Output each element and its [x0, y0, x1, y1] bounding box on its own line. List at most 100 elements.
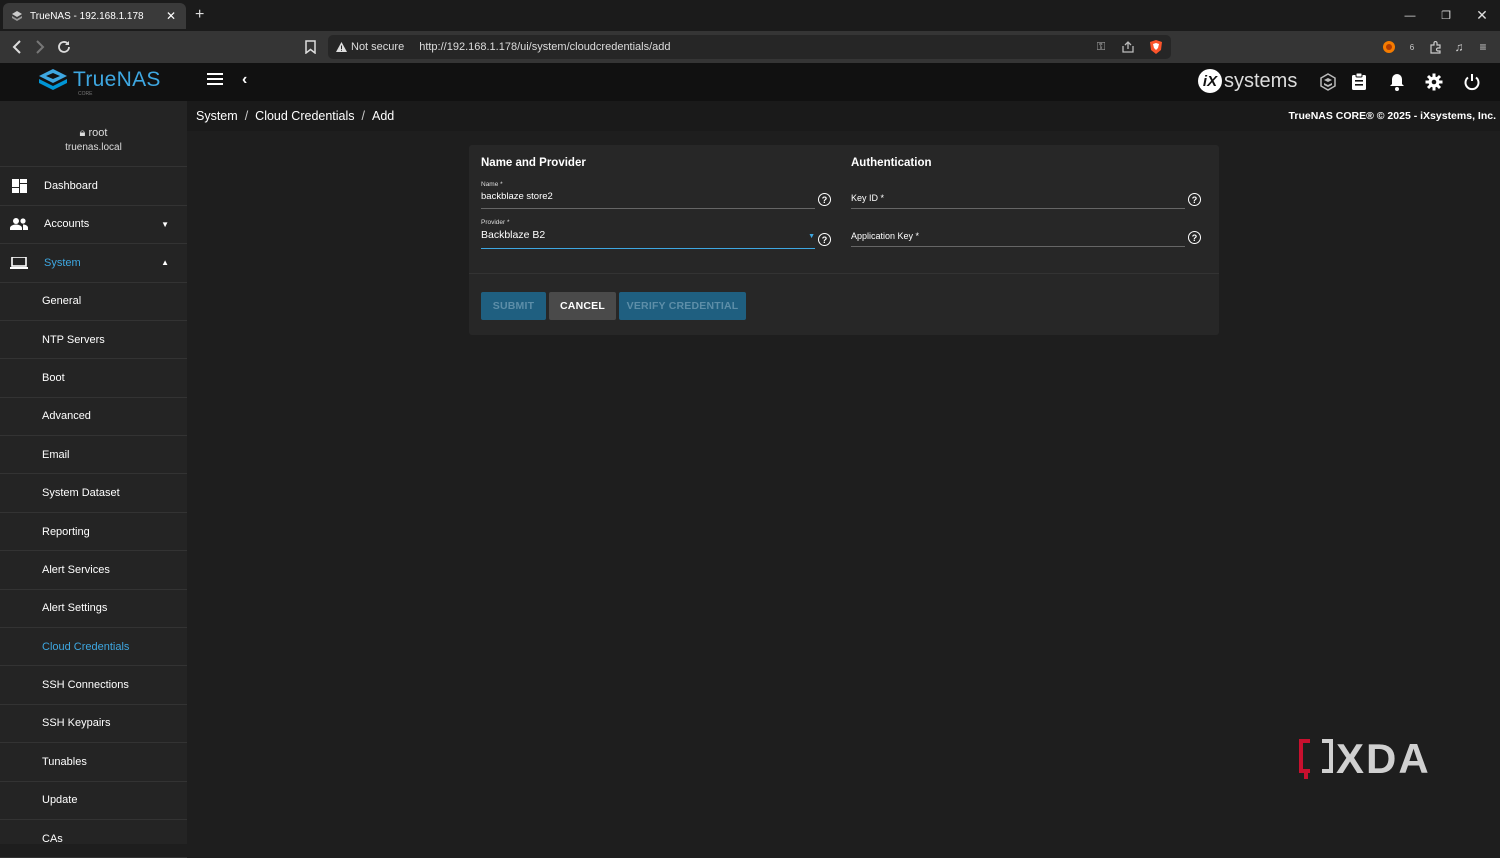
close-window-icon[interactable]: ✕: [1464, 0, 1500, 31]
dashboard-icon: [10, 178, 28, 193]
minimize-icon[interactable]: —: [1392, 0, 1428, 31]
name-field-label: Name *: [481, 181, 503, 188]
truecommand-icon[interactable]: [1317, 71, 1339, 93]
sidebar-subitem-general[interactable]: General: [0, 283, 187, 321]
sidebar-subitem-update[interactable]: Update: [0, 782, 187, 820]
ixsystems-text: systems: [1224, 69, 1298, 92]
power-icon[interactable]: [1461, 71, 1483, 93]
name-field-value: backblaze store2: [481, 191, 553, 202]
url-text: http://192.168.1.178/ui/system/cloudcred…: [419, 41, 671, 53]
extensions-puzzle-icon[interactable]: [1427, 39, 1443, 55]
caret-up-icon: ▲: [161, 258, 169, 268]
menu-icon[interactable]: ≡: [1475, 39, 1491, 55]
xda-watermark-text: XDA: [1336, 735, 1431, 782]
sidebar-subitem-ssh-keypairs[interactable]: SSH Keypairs: [0, 705, 187, 744]
provider-select[interactable]: Provider * Backblaze B2 ▼: [481, 219, 815, 249]
cloud-credential-form: Name and Provider Authentication Name * …: [469, 145, 1219, 335]
truenas-logo[interactable]: TrueNAS CORE: [38, 68, 161, 97]
key-id-field[interactable]: Key ID *: [851, 190, 1185, 209]
verify-credential-button[interactable]: VERIFY CREDENTIAL: [619, 292, 746, 320]
breadcrumb-separator: /: [361, 109, 366, 123]
breadcrumb-cloud-credentials[interactable]: Cloud Credentials: [255, 109, 354, 123]
sidebar-subitem-advanced[interactable]: Advanced: [0, 398, 187, 437]
browser-toolbar: Not secure http://192.168.1.178/ui/syste…: [0, 31, 1500, 63]
back-icon[interactable]: [7, 37, 27, 57]
cancel-button[interactable]: CANCEL: [549, 292, 616, 320]
submit-button[interactable]: SUBMIT: [481, 292, 546, 320]
xda-watermark: XDA: [1298, 735, 1431, 783]
breadcrumb-add: Add: [372, 109, 395, 123]
bell-icon[interactable]: [1386, 71, 1408, 93]
application-key-field[interactable]: Application Key *: [851, 228, 1185, 247]
user-info: 🔒︎ root truenas.local: [0, 101, 187, 167]
address-bar[interactable]: Not secure http://192.168.1.178/ui/syste…: [328, 35, 1171, 59]
sidebar-subitem-tunables[interactable]: Tunables: [0, 743, 187, 782]
sidebar-subitem-system-dataset[interactable]: System Dataset: [0, 474, 187, 513]
copyright-text: TrueNAS CORE® © 2025 - iXsystems, Inc.: [1288, 110, 1496, 122]
provider-field-value: Backblaze B2: [481, 229, 546, 241]
key-id-label: Key ID *: [851, 193, 885, 203]
section-title-name-provider: Name and Provider: [481, 157, 586, 169]
sidebar-subitem-ntp-servers[interactable]: NTP Servers: [0, 321, 187, 360]
name-field[interactable]: Name * backblaze store2: [481, 181, 815, 209]
logo-text: TrueNAS: [73, 68, 161, 91]
media-icon[interactable]: ♫: [1451, 39, 1467, 55]
key-icon[interactable]: ⚿: [1093, 39, 1109, 55]
sidebar-subitem-email[interactable]: Email: [0, 436, 187, 475]
security-indicator[interactable]: Not secure: [336, 41, 404, 53]
truenas-favicon-icon: [11, 10, 23, 22]
provider-help-icon[interactable]: ?: [818, 233, 831, 246]
breadcrumb: System / Cloud Credentials / Add: [196, 109, 394, 123]
section-title-authentication: Authentication: [851, 157, 932, 169]
share-icon[interactable]: [1120, 39, 1136, 55]
sidebar-subitem-cloud-credentials[interactable]: Cloud Credentials: [0, 628, 187, 667]
gear-icon[interactable]: [1423, 71, 1445, 93]
breadcrumb-separator: /: [244, 109, 249, 123]
ixsystems-logo[interactable]: iX systems: [1198, 69, 1297, 93]
breadcrumb-bar: System / Cloud Credentials / Add TrueNAS COR…: [187, 101, 1500, 131]
user-name-row: 🔒︎ root: [0, 127, 187, 140]
application-key-help-icon[interactable]: ?: [1188, 231, 1201, 244]
sidebar-item-label: Dashboard: [44, 179, 98, 192]
tab-title: TrueNAS - 192.168.1.178: [30, 10, 144, 22]
sidebar-subitem-ssh-connections[interactable]: SSH Connections: [0, 666, 187, 705]
sidebar-subitem-alert-settings[interactable]: Alert Settings: [0, 590, 187, 629]
browser-tab[interactable]: TrueNAS - 192.168.1.178 ✕: [3, 3, 186, 29]
extension-badge[interactable]: 6: [1404, 39, 1420, 55]
truenas-logo-icon: [39, 69, 67, 90]
breadcrumb-system[interactable]: System: [196, 109, 238, 123]
sidebar: 🔒︎ root truenas.local Dashboard Accounts…: [0, 101, 187, 858]
sidebar-item-dashboard[interactable]: Dashboard: [0, 167, 187, 206]
new-tab-button[interactable]: +: [195, 6, 204, 24]
caret-down-icon: ▼: [161, 219, 169, 229]
forward-icon[interactable]: [30, 37, 50, 57]
warning-icon: [336, 42, 347, 52]
app-header: TrueNAS CORE ‹ iX systems: [0, 63, 1500, 101]
collapse-sidebar-icon[interactable]: ‹: [242, 71, 247, 89]
sidebar-item-system[interactable]: System ▲: [0, 244, 187, 283]
sidebar-subitem-reporting[interactable]: Reporting: [0, 513, 187, 552]
user-name: root: [88, 127, 108, 139]
sidebar-subitem-alert-services[interactable]: Alert Services: [0, 551, 187, 590]
key-id-help-icon[interactable]: ?: [1188, 193, 1201, 206]
tab-close-icon[interactable]: ✕: [164, 9, 178, 23]
brave-shield-icon[interactable]: [1148, 39, 1164, 55]
brave-rewards-icon[interactable]: [1381, 39, 1397, 55]
dropdown-arrow-icon: ▼: [808, 233, 815, 240]
sidebar-item-label: Accounts: [44, 218, 90, 231]
task-manager-icon[interactable]: [1348, 71, 1370, 93]
sidebar-subitem-boot[interactable]: Boot: [0, 359, 187, 398]
ix-mark: iX: [1198, 69, 1222, 93]
browser-tab-bar: TrueNAS - 192.168.1.178 ✕ + — ❐ ✕: [0, 0, 1500, 31]
reload-icon[interactable]: [54, 37, 74, 57]
sidebar-item-accounts[interactable]: Accounts ▼: [0, 206, 187, 244]
people-icon: [10, 217, 28, 231]
name-help-icon[interactable]: ?: [818, 193, 831, 206]
logo-subtext: CORE: [78, 91, 93, 97]
bookmark-icon[interactable]: [300, 37, 320, 57]
hamburger-menu-icon[interactable]: [207, 73, 223, 87]
provider-field-label: Provider *: [481, 219, 510, 226]
application-key-label: Application Key *: [851, 231, 920, 241]
sidebar-subitem-cas[interactable]: CAs: [0, 820, 187, 858]
maximize-icon[interactable]: ❐: [1428, 0, 1464, 31]
